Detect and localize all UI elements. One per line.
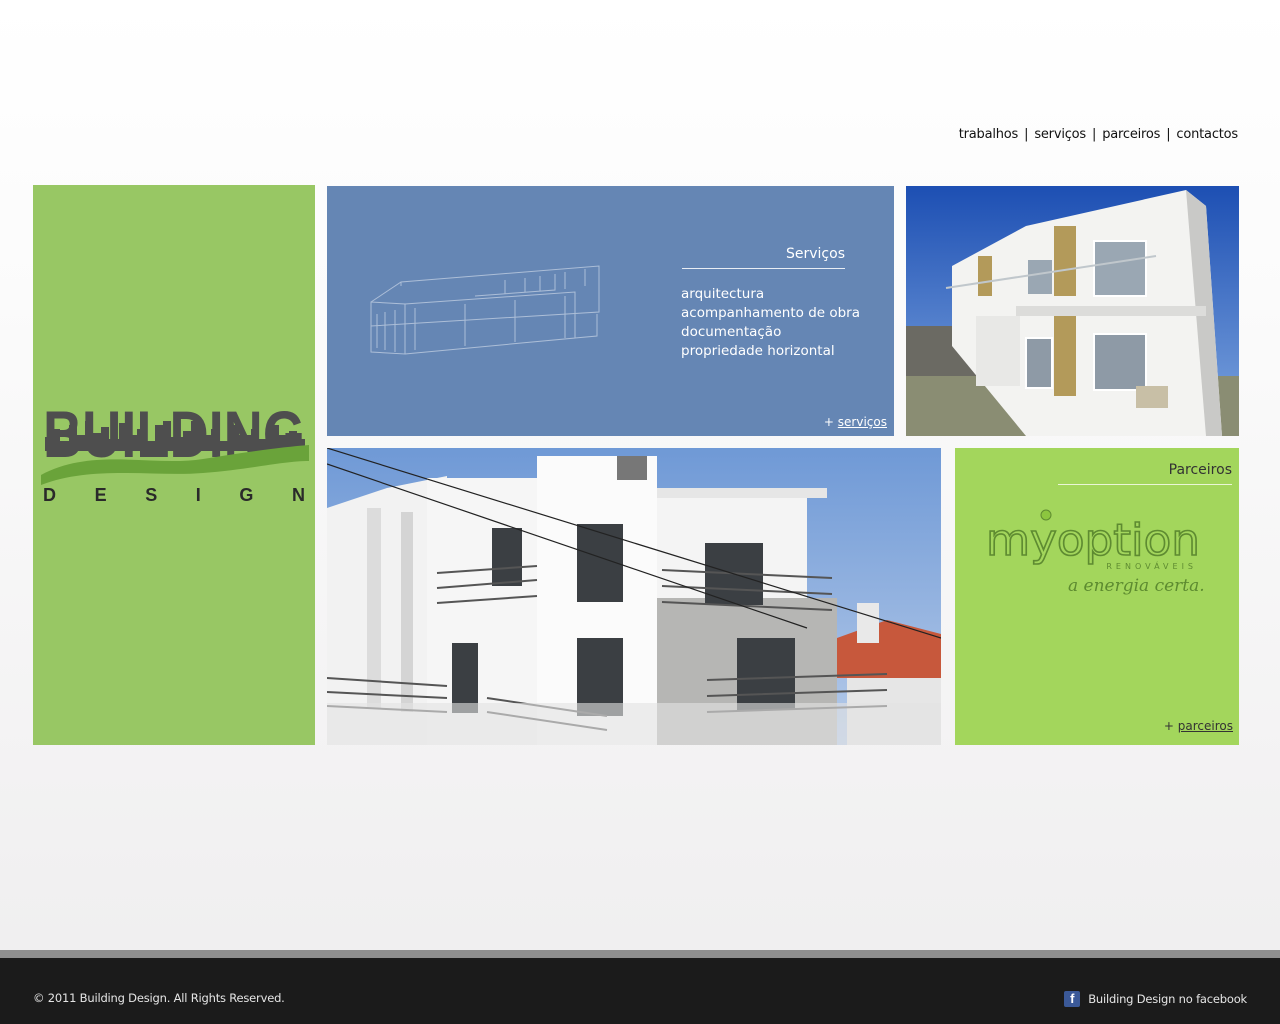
service-item-propriedade: propriedade horizontal [681, 343, 835, 359]
partners-panel: Parceiros myoption RENOVÁVEIS a energia … [955, 448, 1239, 745]
service-item-documentacao: documentação [681, 324, 782, 340]
partners-more-link[interactable]: parceiros [1178, 719, 1233, 733]
nav-separator: | [1166, 127, 1171, 142]
partners-divider [1058, 484, 1232, 485]
main-nav: trabalhos | serviços | parceiros | contactos [959, 127, 1238, 142]
service-item-arquitectura: arquitectura [681, 286, 765, 302]
services-more: + serviços [824, 415, 887, 429]
building-design-logo: BUILDING D E S I G N [41, 397, 309, 505]
nav-separator: | [1024, 127, 1029, 142]
more-plus: + [823, 415, 834, 429]
nav-trabalhos[interactable]: trabalhos [959, 127, 1019, 142]
nav-servicos[interactable]: serviços [1034, 127, 1086, 142]
services-list: arquitectura acompanhamento de obra docu… [681, 285, 860, 361]
facebook-link[interactable]: f Building Design no facebook [1064, 991, 1247, 1007]
service-item-acompanhamento: acompanhamento de obra [681, 305, 861, 321]
services-divider [682, 268, 845, 269]
logo-sub: D E S I G N [43, 485, 305, 505]
services-panel: Serviços arquitectura acompanhamento de … [327, 186, 894, 436]
copyright-text: © 2011 Building Design. All Rights Reser… [33, 991, 285, 1005]
building-sketch-illustration [370, 265, 600, 355]
footer: © 2011 Building Design. All Rights Reser… [0, 950, 1280, 1024]
partner-logo-sub: RENOVÁVEIS [1106, 560, 1197, 571]
partner-tagline: a energia certa. [1068, 576, 1205, 596]
house-image [906, 186, 1239, 436]
logo-panel[interactable]: BUILDING D E S I G N [33, 185, 315, 745]
house-image [327, 448, 941, 745]
house-photo-1[interactable] [906, 186, 1239, 436]
services-title: Serviços [786, 246, 845, 262]
more-plus: + [1163, 719, 1174, 733]
nav-parceiros[interactable]: parceiros [1102, 127, 1160, 142]
facebook-label[interactable]: Building Design no facebook [1088, 992, 1247, 1006]
facebook-icon[interactable]: f [1064, 991, 1081, 1007]
nav-separator: | [1092, 127, 1097, 142]
house-photo-2[interactable] [327, 448, 941, 745]
partner-logo-text: myoption [986, 515, 1200, 566]
logo-dot [1040, 509, 1052, 521]
partners-title: Parceiros [1168, 462, 1232, 478]
partners-more: + parceiros [1164, 719, 1233, 733]
services-more-link[interactable]: serviços [838, 415, 887, 429]
nav-contactos[interactable]: contactos [1176, 127, 1238, 142]
